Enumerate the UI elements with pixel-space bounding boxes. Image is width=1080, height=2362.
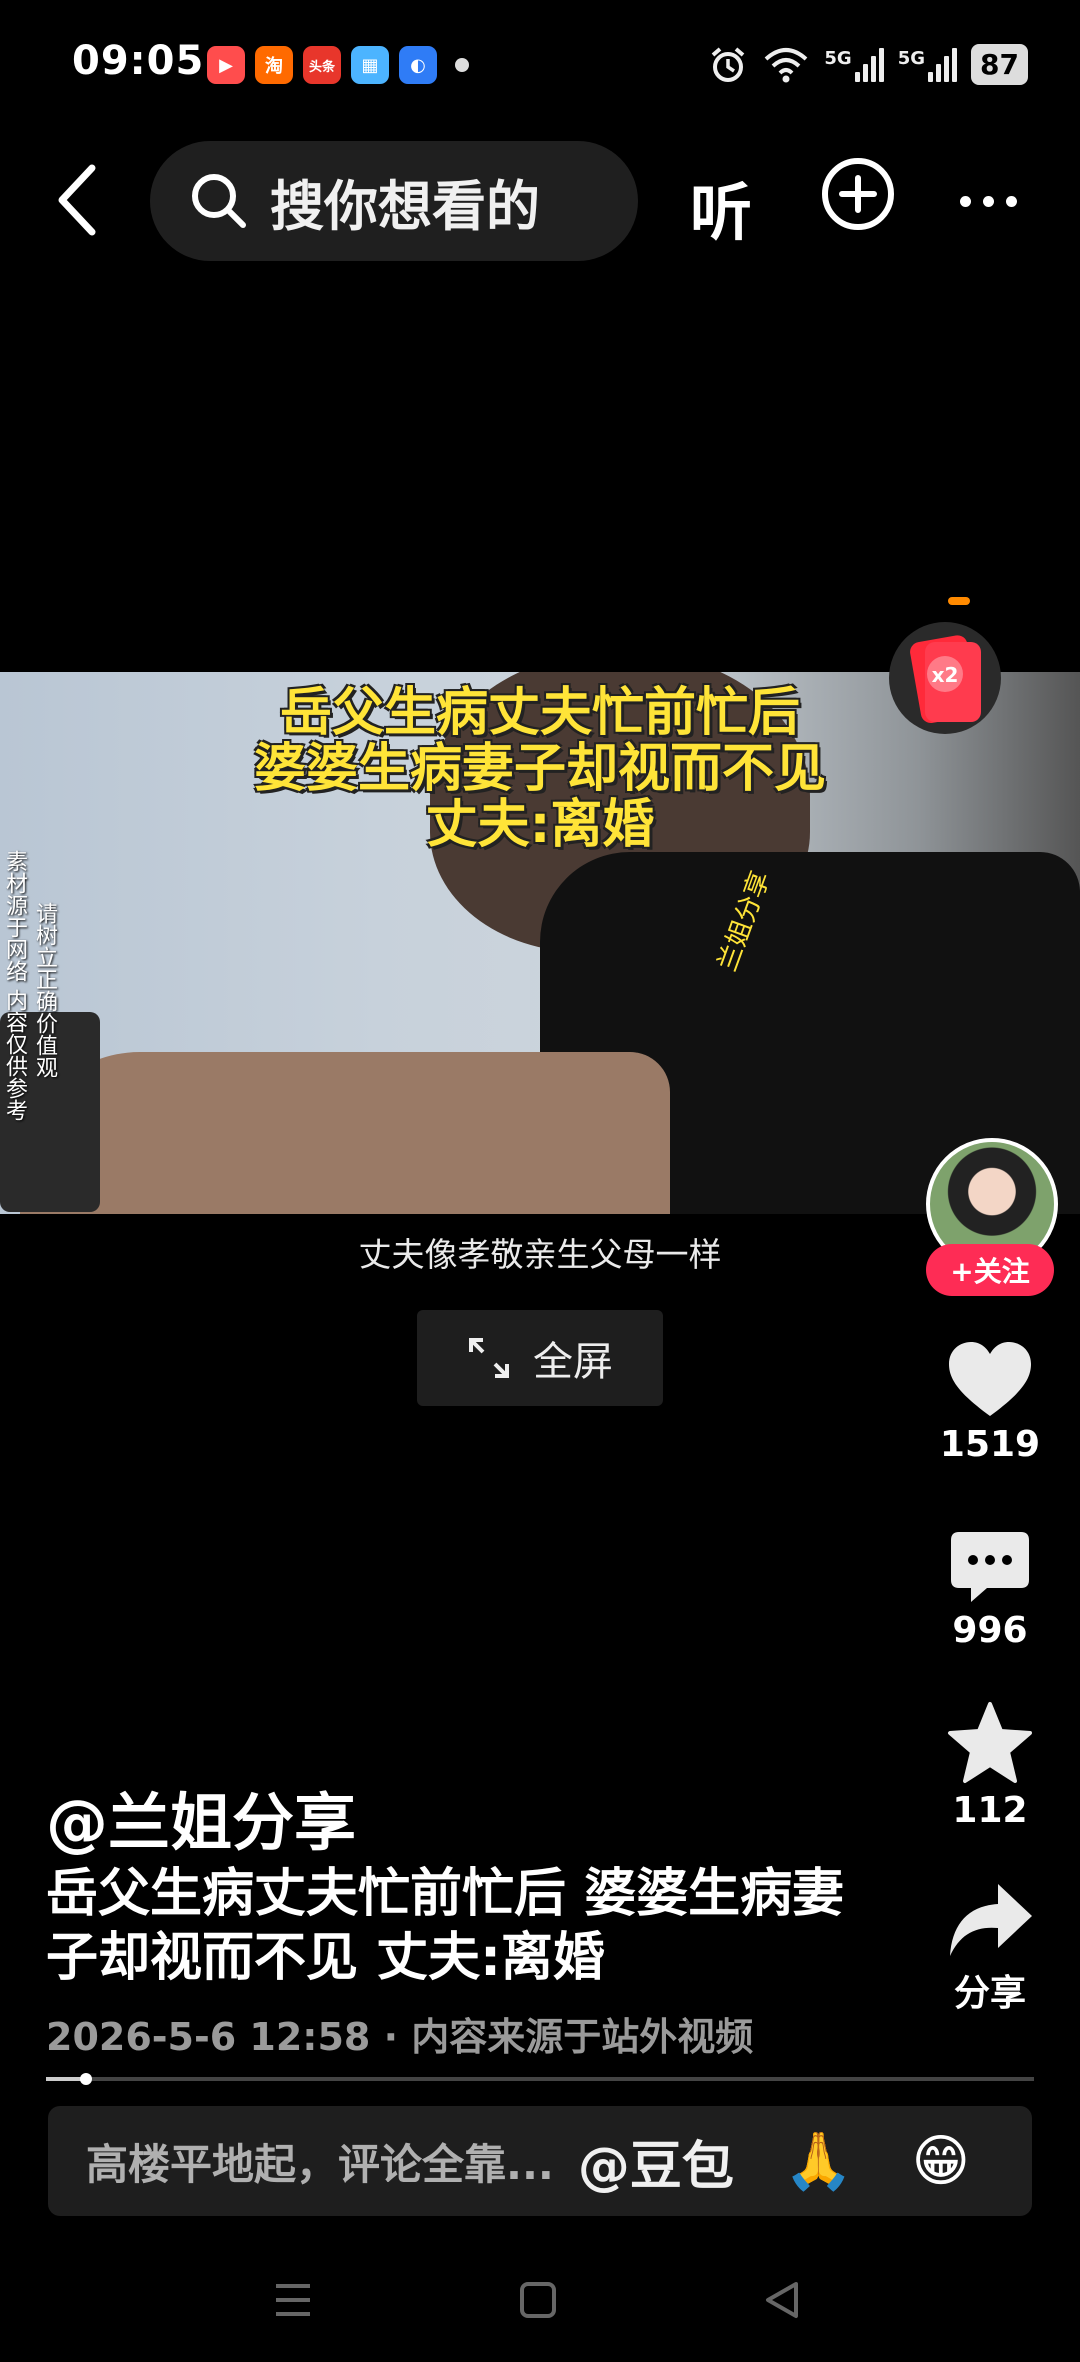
- video-person-arm: [20, 1052, 670, 1214]
- expand-icon: [469, 1338, 509, 1378]
- more-options-icon[interactable]: [960, 196, 1017, 207]
- video-values-notice: 请树立正确价值观: [32, 902, 57, 1078]
- search-placeholder: 搜你想看的: [270, 174, 540, 238]
- video-subtitle: 丈夫像孝敬亲生父母一样: [358, 1235, 722, 1274]
- author-name[interactable]: @兰姐分享: [46, 1772, 356, 1862]
- back-nav-icon[interactable]: [762, 2280, 802, 2320]
- taobao-icon: 淘: [255, 46, 293, 84]
- post-meta: 2026-5-6 12:58 · 内容来源于站外视频: [46, 2015, 754, 2059]
- video-source-notice: 素材源于网络 内容仅供参考: [2, 850, 27, 1121]
- notification-icons: ▶ 淘 头条 ▦ ◐: [207, 46, 469, 84]
- signal-5g-icon-2: 5G: [897, 47, 958, 82]
- add-plus-icon[interactable]: [820, 156, 896, 232]
- fullscreen-label: 全屏: [533, 1339, 613, 1385]
- alarm-icon: [712, 46, 745, 82]
- video-progress-track[interactable]: [46, 2077, 1034, 2081]
- video-app-icon: ▶: [207, 46, 245, 84]
- video-frame[interactable]: 岳父生病丈夫忙前忙后 婆婆生病妻子却视而不见 丈夫:离婚 素材源于网络 内容仅供…: [0, 672, 1080, 1214]
- heart-icon: [949, 1342, 1031, 1416]
- toutiao-icon: 头条: [303, 46, 341, 84]
- wifi-icon: [765, 47, 808, 82]
- mention-doubao-button[interactable]: @豆包: [578, 2124, 734, 2199]
- menu-nav-icon[interactable]: [272, 2280, 314, 2320]
- grin-emoji-icon[interactable]: 😁: [912, 2129, 970, 2194]
- status-time: 09:05: [72, 38, 205, 84]
- comment-button[interactable]: 996: [920, 1530, 1060, 1651]
- comment-input-bar[interactable]: 高楼平地起，评论全靠... @豆包 🙏 😁: [48, 2106, 1032, 2216]
- comment-icon: [951, 1532, 1029, 1602]
- status-bar: 09:05 ▶ 淘 头条 ▦ ◐ 5G 5G 87: [0, 0, 1080, 130]
- share-arrow-icon: [950, 1884, 1032, 1956]
- back-arrow-icon[interactable]: [48, 160, 108, 240]
- red-packet-icon[interactable]: x2: [885, 620, 1005, 736]
- follow-button[interactable]: +关注: [926, 1244, 1054, 1296]
- like-button[interactable]: 1519: [920, 1340, 1060, 1465]
- favorite-count: 112: [952, 1790, 1028, 1831]
- network-type-2: 5G: [897, 47, 926, 69]
- blue-app-icon: ◐: [399, 46, 437, 84]
- comment-count: 996: [952, 1610, 1028, 1651]
- photo-app-icon: ▦: [351, 46, 389, 84]
- pray-emoji-icon[interactable]: 🙏: [784, 2128, 854, 2194]
- video-description[interactable]: 岳父生病丈夫忙前忙后 婆婆生病妻子却视而不见 丈夫:离婚: [46, 1862, 846, 1990]
- comment-placeholder: 高楼平地起，评论全靠...: [86, 2139, 554, 2189]
- home-nav-icon[interactable]: [518, 2280, 558, 2320]
- video-progress-handle[interactable]: [79, 2073, 92, 2085]
- network-type-1: 5G: [824, 47, 852, 69]
- red-packet-indicator: [948, 597, 970, 605]
- status-indicators: 5G 5G 87: [708, 44, 1028, 85]
- search-icon: [192, 174, 246, 228]
- search-bar[interactable]: 搜你想看的: [150, 141, 638, 261]
- signal-5g-icon-1: 5G: [824, 47, 884, 82]
- like-count: 1519: [939, 1424, 1041, 1465]
- more-notifications-dot-icon: [455, 58, 469, 72]
- star-icon: [948, 1702, 1032, 1783]
- red-packet-multiplier: x2: [932, 663, 959, 687]
- battery-indicator: 87: [971, 44, 1028, 85]
- share-label: 分享: [953, 1973, 1026, 2014]
- share-button[interactable]: 分享: [920, 1880, 1060, 2016]
- video-caption-line-3: 丈夫:离婚: [425, 795, 655, 855]
- favorite-button[interactable]: 112: [920, 1700, 1060, 1831]
- listen-button[interactable]: 听: [690, 162, 752, 252]
- fullscreen-button[interactable]: 全屏: [417, 1310, 663, 1406]
- video-caption-line-2: 婆婆生病妻子却视而不见: [253, 739, 826, 799]
